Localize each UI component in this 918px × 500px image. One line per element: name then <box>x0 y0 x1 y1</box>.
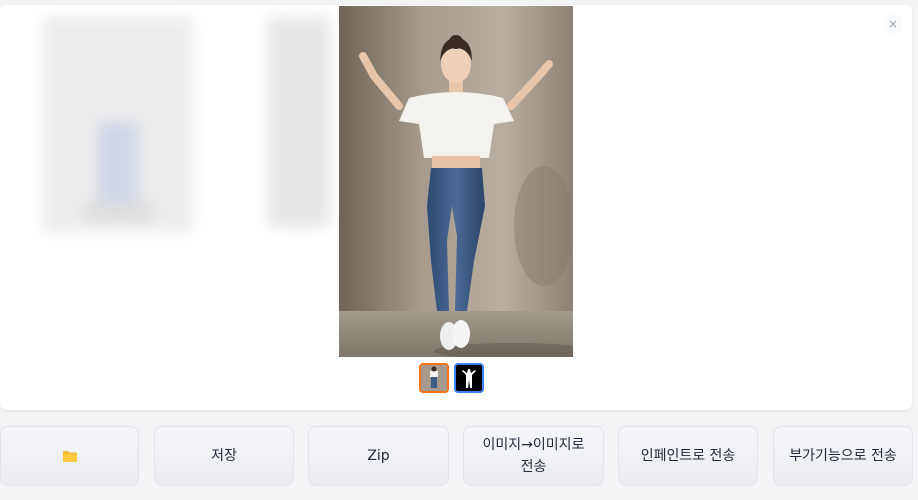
zip-button[interactable]: Zip <box>308 426 449 486</box>
image-gallery: × <box>0 5 912 410</box>
close-button[interactable]: × <box>884 15 902 33</box>
send-to-inpaint-label: 인페인트로 전송 <box>640 448 736 464</box>
send-to-extras-label: 부가기능으로 전송 <box>789 448 897 464</box>
folder-icon <box>62 451 77 462</box>
thumbnail-selected[interactable] <box>419 363 449 393</box>
thumbnail-strip <box>419 363 484 393</box>
blurred-background-image <box>268 17 330 227</box>
blurred-background-image <box>43 17 193 232</box>
save-button-label: 저장 <box>211 448 237 464</box>
preview-image <box>339 6 573 357</box>
send-to-extras-button[interactable]: 부가기능으로 전송 <box>773 426 913 486</box>
open-folder-button[interactable] <box>0 426 139 486</box>
send-to-img2img-button[interactable]: 이미지→이미지로 전송 <box>463 426 604 486</box>
send-to-img2img-label: 이미지→이미지로 전송 <box>482 437 585 475</box>
zip-button-label: Zip <box>367 448 390 464</box>
send-to-inpaint-button[interactable]: 인페인트로 전송 <box>618 426 758 486</box>
thumbnail-mask[interactable] <box>454 363 484 393</box>
save-button[interactable]: 저장 <box>154 426 294 486</box>
